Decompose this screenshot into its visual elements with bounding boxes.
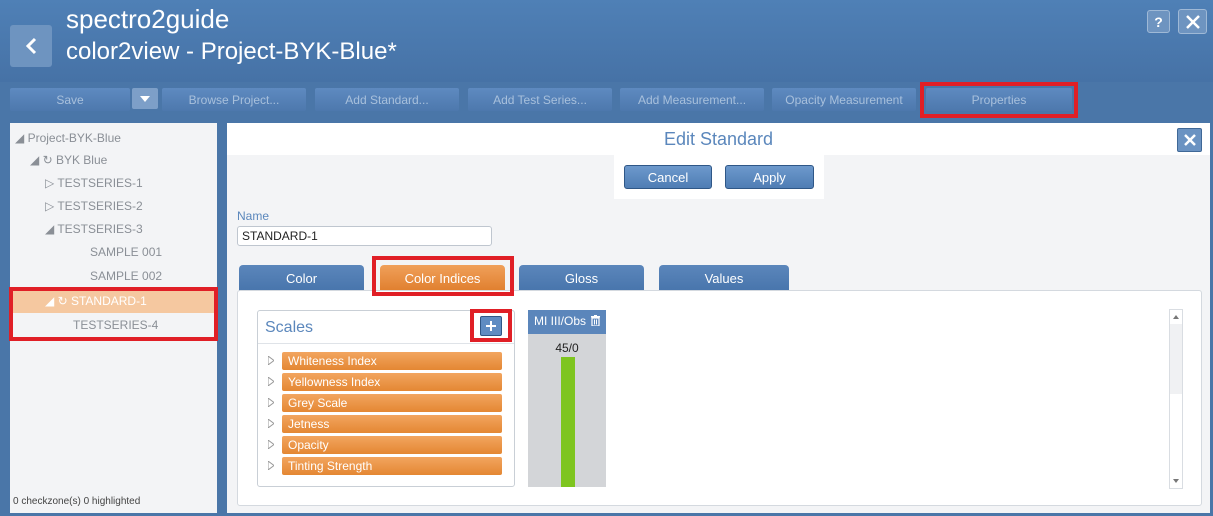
scale-item[interactable]: Grey Scale: [268, 394, 502, 412]
tree-item-sample-002[interactable]: SAMPLE 002: [90, 269, 162, 283]
close-app-button[interactable]: [1178, 9, 1207, 34]
mi-column-header: MI III/Obs: [528, 310, 606, 334]
mi-value-bar: [561, 357, 575, 487]
tree-item-testseries-4[interactable]: TESTSERIES-4: [73, 318, 158, 332]
scales-divider: [258, 343, 514, 344]
tab-color[interactable]: Color: [239, 265, 364, 291]
tree-item-project[interactable]: ◢ Project-BYK-Blue: [15, 131, 121, 145]
scale-item[interactable]: Opacity: [268, 436, 502, 454]
save-dropdown-button[interactable]: [132, 88, 158, 109]
browse-project-button[interactable]: Browse Project...: [162, 88, 306, 111]
project-title: color2view - Project-BYK-Blue*: [66, 38, 397, 65]
mi-column: MI III/Obs 45/0: [528, 310, 606, 487]
close-icon: [1185, 14, 1200, 29]
back-button[interactable]: [10, 25, 52, 67]
expand-arrow-icon[interactable]: [268, 398, 274, 407]
scale-label: Opacity: [282, 436, 502, 454]
tab-gloss[interactable]: Gloss: [519, 265, 644, 291]
add-standard-button[interactable]: Add Standard...: [315, 88, 459, 111]
toolbar: Save Browse Project... Add Standard... A…: [0, 86, 1213, 114]
scroll-down-icon[interactable]: [1170, 476, 1182, 486]
scale-item[interactable]: Yellowness Index: [268, 373, 502, 391]
tab-values[interactable]: Values: [659, 265, 789, 291]
properties-button[interactable]: Properties: [926, 88, 1072, 111]
apply-button[interactable]: Apply: [725, 165, 814, 189]
tree-item-testseries-3[interactable]: ◢ TESTSERIES-3: [45, 222, 143, 236]
add-scale-button[interactable]: [480, 316, 502, 336]
scale-item[interactable]: Whiteness Index: [268, 352, 502, 370]
name-field[interactable]: [237, 226, 492, 246]
mi-value: 45/0: [555, 341, 579, 355]
expand-arrow-icon[interactable]: [268, 461, 274, 470]
scale-label: Whiteness Index: [282, 352, 502, 370]
plus-icon: [486, 321, 496, 331]
expand-arrow-icon[interactable]: [268, 377, 274, 386]
scale-label: Yellowness Index: [282, 373, 502, 391]
add-measurement-button[interactable]: Add Measurement...: [620, 88, 764, 111]
tree-item-testseries-1[interactable]: ▷ TESTSERIES-1: [45, 176, 143, 190]
scale-label: Grey Scale: [282, 394, 502, 412]
edit-header: Edit Standard: [227, 123, 1210, 155]
tree-item-testseries-2[interactable]: ▷ TESTSERIES-2: [45, 199, 143, 213]
trash-icon[interactable]: [591, 315, 601, 327]
scroll-up-icon[interactable]: [1170, 312, 1182, 322]
opacity-measurement-button[interactable]: Opacity Measurement: [772, 88, 916, 111]
scale-item[interactable]: Tinting Strength: [268, 457, 502, 475]
cancel-button[interactable]: Cancel: [624, 165, 712, 189]
tree-item-standard-1[interactable]: ◢ ↻ STANDARD-1: [45, 294, 147, 308]
expand-arrow-icon[interactable]: [268, 356, 274, 365]
close-edit-button[interactable]: [1177, 128, 1202, 152]
close-icon: [1183, 134, 1196, 146]
expand-arrow-icon[interactable]: [268, 440, 274, 449]
status-text: 0 checkzone(s) 0 highlighted: [13, 496, 141, 507]
scale-label: Jetness: [282, 415, 502, 433]
vertical-scrollbar[interactable]: [1169, 309, 1183, 489]
tree-item-byk-blue[interactable]: ◢ ↻ BYK Blue: [30, 153, 107, 167]
action-box: Cancel Apply: [614, 155, 824, 199]
scale-item[interactable]: Jetness: [268, 415, 502, 433]
edit-standard-panel: Edit Standard Cancel Apply Name Color Co…: [227, 123, 1210, 513]
mi-column-label: MI III/Obs: [534, 314, 587, 328]
save-button[interactable]: Save: [10, 88, 130, 111]
app-title: spectro2guide: [66, 4, 230, 34]
app-header: spectro2guide color2view - Project-BYK-B…: [0, 0, 1213, 82]
chevron-left-icon: [25, 37, 37, 55]
project-tree-panel: ◢ Project-BYK-Blue ◢ ↻ BYK Blue ▷ TESTSE…: [10, 123, 217, 513]
scrollbar-thumb[interactable]: [1170, 324, 1182, 394]
chevron-down-icon: [140, 95, 150, 102]
scale-label: Tinting Strength: [282, 457, 502, 475]
scales-title: Scales: [265, 319, 314, 336]
tree-item-sample-001[interactable]: SAMPLE 001: [90, 245, 162, 259]
add-test-series-button[interactable]: Add Test Series...: [468, 88, 612, 111]
edit-title: Edit Standard: [663, 129, 774, 149]
help-button[interactable]: ?: [1147, 10, 1170, 33]
scales-panel: Scales Whiteness Index Yellowness Index …: [257, 310, 515, 487]
tab-color-indices[interactable]: Color Indices: [380, 265, 505, 291]
name-label: Name: [237, 209, 270, 223]
expand-arrow-icon[interactable]: [268, 419, 274, 428]
